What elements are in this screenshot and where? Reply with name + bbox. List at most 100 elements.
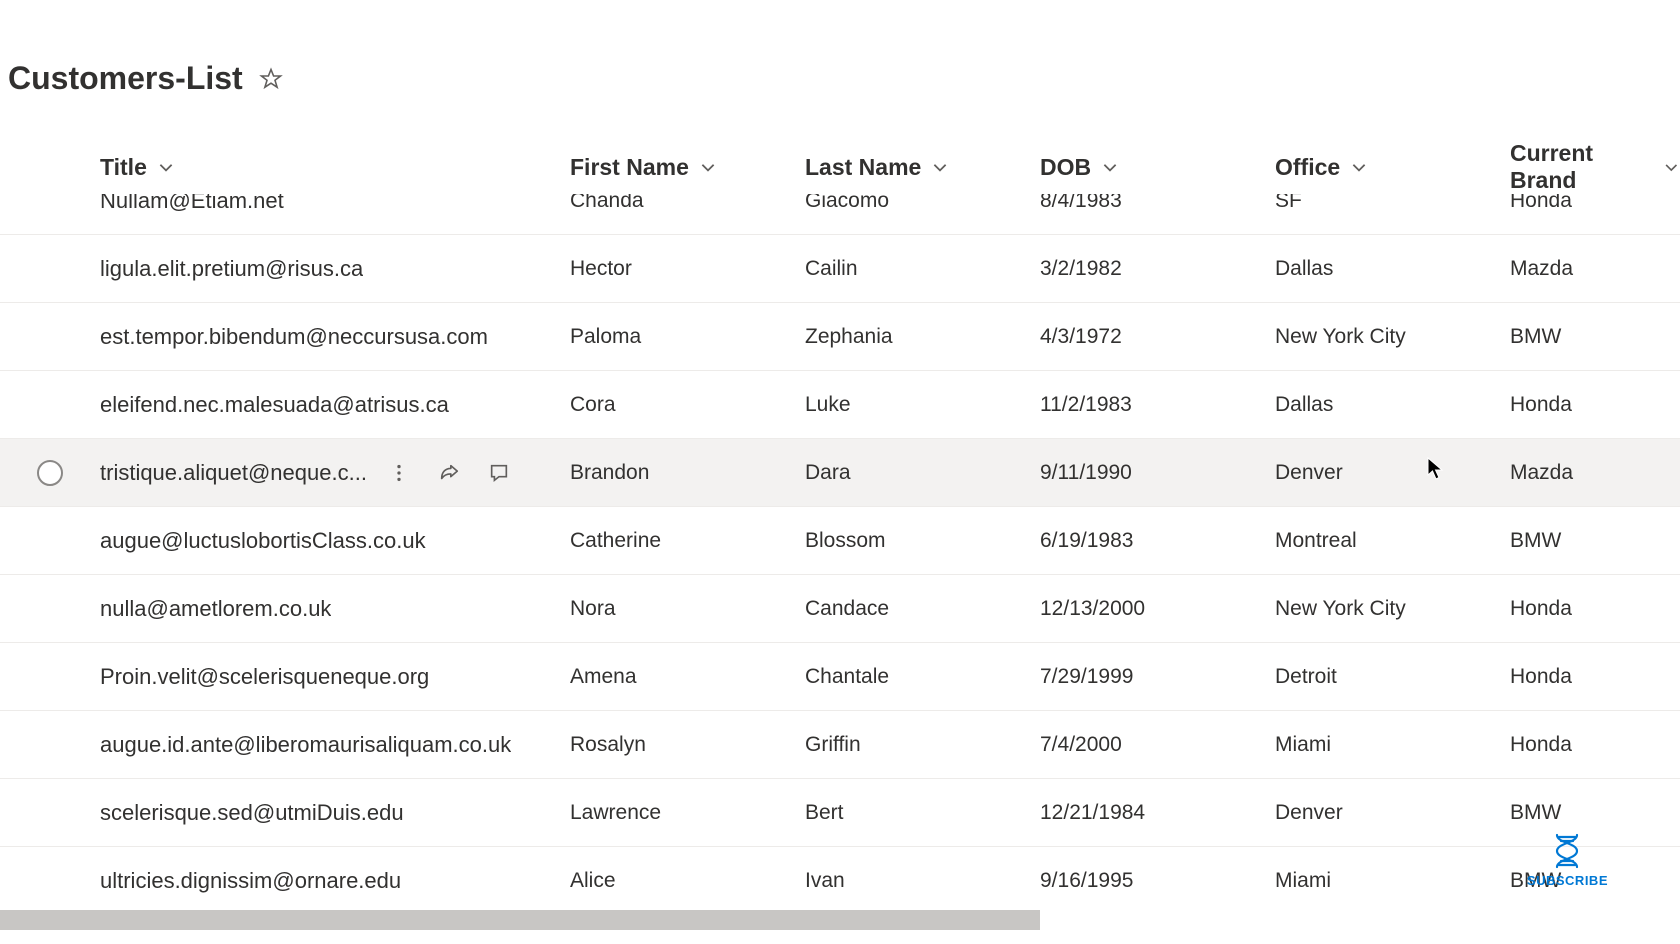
cell-title[interactable]: augue.id.ante@liberomaurisaliquam.co.uk	[100, 732, 511, 758]
cell-title[interactable]: tristique.aliquet@neque.c...	[100, 460, 367, 486]
cell-last-name: Chantale	[805, 665, 889, 688]
cell-dob: 7/4/2000	[1040, 733, 1122, 756]
table-header-row: Title First Name Last Name DOB Office Cu…	[0, 140, 1680, 194]
cell-current-brand: Honda	[1510, 597, 1572, 620]
column-header-label: First Name	[570, 154, 689, 181]
row-select-checkbox[interactable]	[37, 460, 63, 486]
cell-office: Detroit	[1275, 665, 1337, 688]
cell-first-name: Alice	[570, 869, 616, 892]
column-header-last-name[interactable]: Last Name	[805, 154, 1040, 181]
column-header-dob[interactable]: DOB	[1040, 154, 1275, 181]
more-actions-icon[interactable]	[385, 459, 413, 487]
column-header-first-name[interactable]: First Name	[570, 154, 805, 181]
cell-title[interactable]: Nullam@Etiam.net	[100, 194, 284, 214]
cell-office: Dallas	[1275, 257, 1333, 280]
cell-office: Dallas	[1275, 393, 1333, 416]
cell-last-name: Ivan	[805, 869, 845, 892]
cell-office: Denver	[1275, 461, 1343, 484]
column-header-label: Last Name	[805, 154, 921, 181]
cell-current-brand: Mazda	[1510, 257, 1573, 280]
column-header-current-brand[interactable]: Current Brand	[1510, 140, 1680, 194]
cell-current-brand: Honda	[1510, 733, 1572, 756]
cell-first-name: Brandon	[570, 461, 649, 484]
column-header-office[interactable]: Office	[1275, 154, 1510, 181]
cell-last-name: Zephania	[805, 325, 893, 348]
table-row[interactable]: est.tempor.bibendum@neccursusa.com Paloma…	[0, 303, 1680, 371]
chevron-down-icon	[699, 158, 717, 176]
cell-last-name: Blossom	[805, 529, 886, 552]
table-row[interactable]: tristique.aliquet@neque.c... Brandon Dara 9…	[0, 439, 1680, 507]
cell-first-name: Cora	[570, 393, 616, 416]
table-row[interactable]: ultricies.dignissim@ornare.edu Alice Ivan 9…	[0, 847, 1680, 910]
cell-last-name: Dara	[805, 461, 851, 484]
cell-first-name: Rosalyn	[570, 733, 646, 756]
table-row[interactable]: augue.id.ante@liberomaurisaliquam.co.uk R…	[0, 711, 1680, 779]
page-title: Customers-List	[8, 60, 243, 97]
share-icon[interactable]	[435, 459, 463, 487]
cell-current-brand: Honda	[1510, 665, 1572, 688]
cell-last-name: Luke	[805, 393, 851, 416]
table-row[interactable]: scelerisque.sed@utmiDuis.eduLawrenceBert…	[0, 779, 1680, 847]
chevron-down-icon	[1101, 158, 1119, 176]
chevron-down-icon	[1350, 158, 1368, 176]
cell-title[interactable]: nulla@ametlorem.co.uk	[100, 596, 331, 622]
table-row[interactable]: nulla@ametlorem.co.uk Nora Candace 12/13/20…	[0, 575, 1680, 643]
cell-title[interactable]: eleifend.nec.malesuada@atrisus.ca	[100, 392, 449, 418]
column-header-label: DOB	[1040, 154, 1091, 181]
table-row[interactable]: eleifend.nec.malesuada@atrisus.ca Cora Luk…	[0, 371, 1680, 439]
column-header-label: Office	[1275, 154, 1340, 181]
cell-dob: 7/29/1999	[1040, 665, 1133, 688]
table-row[interactable]: augue@luctuslobortisClass.co.uk Catherine…	[0, 507, 1680, 575]
cell-first-name: Nora	[570, 597, 616, 620]
cell-first-name: Paloma	[570, 325, 641, 348]
chevron-down-icon	[1663, 158, 1680, 176]
horizontal-scrollbar-thumb[interactable]	[0, 910, 1040, 930]
column-header-title[interactable]: Title	[100, 154, 570, 181]
cell-office: SF	[1275, 194, 1302, 212]
cell-dob: 9/11/1990	[1040, 461, 1132, 484]
cell-title[interactable]: Proin.velit@scelerisqueneque.org	[100, 664, 429, 690]
cell-current-brand: BMW	[1510, 869, 1561, 892]
cell-current-brand: BMW	[1510, 801, 1561, 824]
cell-title[interactable]: augue@luctuslobortisClass.co.uk	[100, 528, 426, 554]
cell-dob: 11/2/1983	[1040, 393, 1132, 416]
cell-dob: 12/13/2000	[1040, 597, 1145, 620]
cell-title[interactable]: est.tempor.bibendum@neccursusa.com	[100, 324, 488, 350]
cell-title[interactable]: ultricies.dignissim@ornare.edu	[100, 868, 401, 894]
customers-table: Title First Name Last Name DOB Office Cu…	[0, 140, 1680, 910]
cell-office: Miami	[1275, 733, 1331, 756]
cell-current-brand: BMW	[1510, 325, 1561, 348]
cell-first-name: Catherine	[570, 529, 661, 552]
cell-dob: 12/21/1984	[1040, 801, 1145, 824]
cell-last-name: Bert	[805, 801, 844, 824]
cell-dob: 4/3/1972	[1040, 325, 1122, 348]
cell-last-name: Giacomo	[805, 194, 889, 212]
chevron-down-icon	[157, 158, 175, 176]
cell-first-name: Chanda	[570, 194, 644, 212]
cell-current-brand: Mazda	[1510, 461, 1573, 484]
cell-dob: 3/2/1982	[1040, 257, 1122, 280]
horizontal-scrollbar-track[interactable]	[0, 910, 1680, 930]
table-row[interactable]: Proin.velit@scelerisqueneque.orgAmenaCha…	[0, 643, 1680, 711]
cell-office: Denver	[1275, 801, 1343, 824]
cell-title[interactable]: ligula.elit.pretium@risus.ca	[100, 256, 363, 282]
cell-last-name: Candace	[805, 597, 889, 620]
cell-current-brand: Honda	[1510, 194, 1572, 212]
comment-icon[interactable]	[485, 459, 513, 487]
cell-office: Montreal	[1275, 529, 1357, 552]
cell-office: New York City	[1275, 597, 1406, 620]
cell-title[interactable]: scelerisque.sed@utmiDuis.edu	[100, 800, 404, 826]
cell-first-name: Hector	[570, 257, 632, 280]
cell-last-name: Cailin	[805, 257, 858, 280]
column-header-label: Current Brand	[1510, 140, 1653, 194]
cell-current-brand: Honda	[1510, 393, 1572, 416]
cell-dob: 9/16/1995	[1040, 869, 1133, 892]
cell-current-brand: BMW	[1510, 529, 1561, 552]
cell-dob: 8/4/1983	[1040, 194, 1122, 212]
favorite-star-icon[interactable]	[257, 65, 285, 93]
table-row[interactable]: Nullam@Etiam.net Chanda Giacomo 8/4/1983 SF H…	[0, 194, 1680, 235]
cell-office: Miami	[1275, 869, 1331, 892]
chevron-down-icon	[931, 158, 949, 176]
cell-dob: 6/19/1983	[1040, 529, 1133, 552]
table-row[interactable]: ligula.elit.pretium@risus.ca Hector Cailin…	[0, 235, 1680, 303]
